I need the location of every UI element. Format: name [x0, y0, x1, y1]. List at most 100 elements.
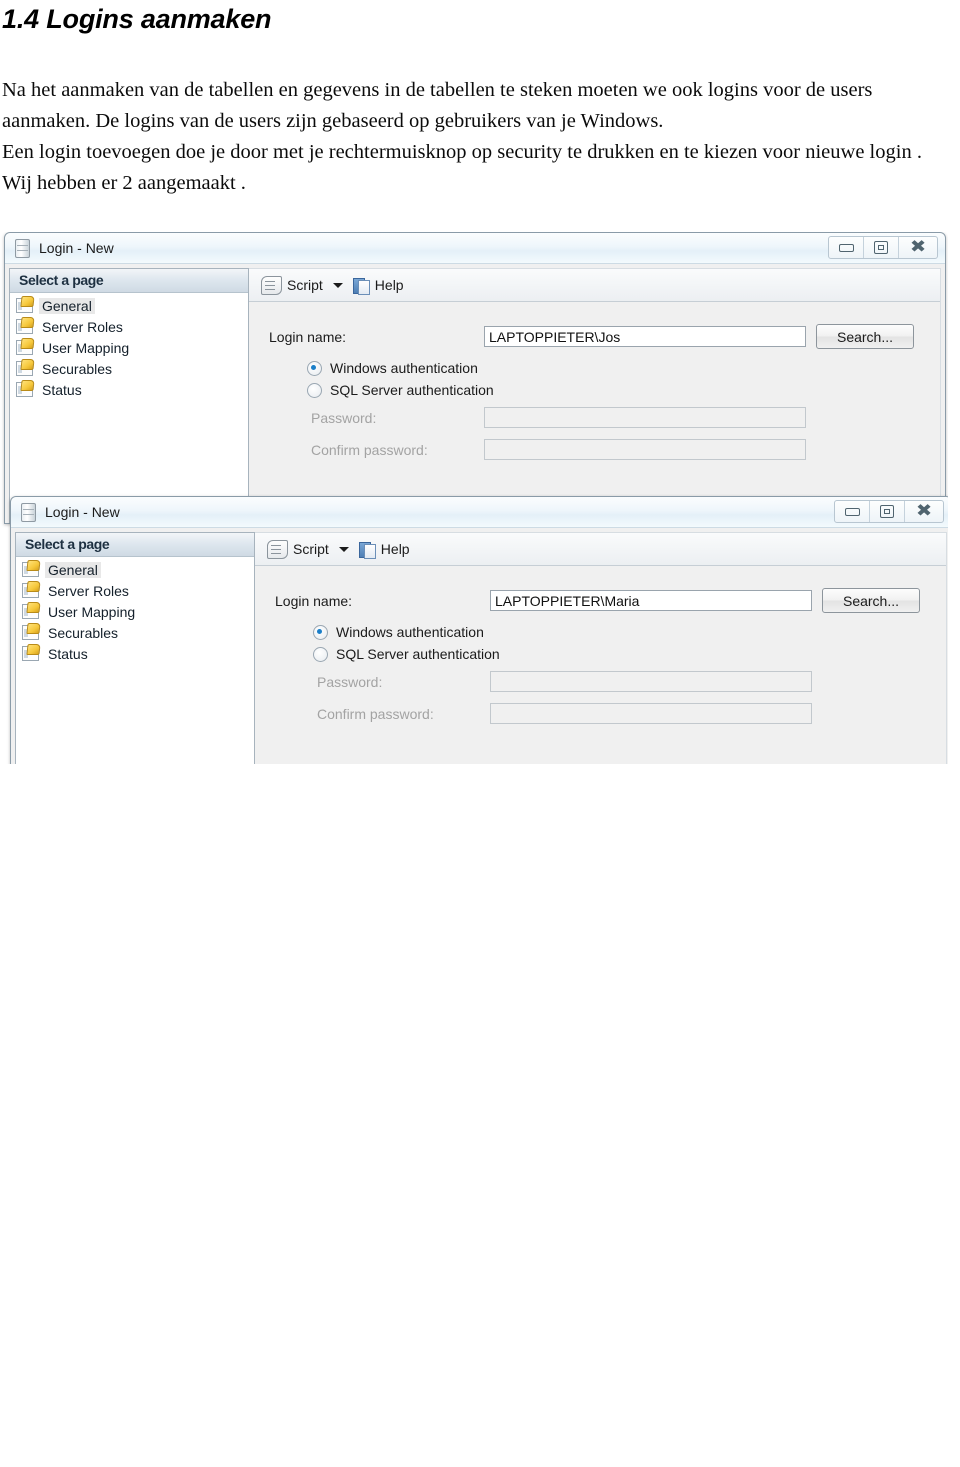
dialog-1-sidebar: Select a page General Server Roles User …	[9, 268, 249, 523]
windows-auth-label: Windows authentication	[330, 360, 478, 376]
windows-auth-row[interactable]: Windows authentication	[255, 624, 946, 640]
windows-auth-row[interactable]: Windows authentication	[249, 360, 940, 376]
password-input[interactable]	[490, 671, 812, 692]
dialog-2-toolbar: Script Help	[255, 533, 946, 566]
dialog-1-title: Login - New	[39, 240, 114, 256]
page-icon	[22, 562, 39, 577]
help-button[interactable]: Help	[352, 277, 404, 295]
close-icon: ✖	[915, 501, 933, 521]
search-button[interactable]: Search...	[822, 588, 920, 613]
dialog-2-titlebar[interactable]: Login - New ✖	[11, 497, 948, 528]
close-button[interactable]: ✖	[899, 237, 937, 258]
script-icon	[267, 539, 288, 559]
sql-auth-row[interactable]: SQL Server authentication	[255, 646, 946, 662]
sidebar-item-securables[interactable]: Securables	[16, 358, 248, 379]
server-icon	[21, 502, 36, 522]
login-new-dialog-2[interactable]: Login - New ✖ Select a page General Serv…	[10, 496, 948, 764]
script-label: Script	[293, 541, 329, 557]
page-icon	[16, 382, 33, 397]
help-icon	[358, 541, 376, 559]
dialog-2-sidebar: Select a page General Server Roles User …	[15, 532, 255, 764]
sidebar-item-label: Server Roles	[42, 318, 123, 335]
chevron-down-icon[interactable]	[332, 282, 343, 288]
minimize-icon	[844, 507, 860, 516]
page-icon	[16, 319, 33, 334]
embedded-screenshot: Login - New ✖ Select a page General Serv…	[0, 232, 948, 764]
sidebar-item-status[interactable]: Status	[16, 379, 248, 400]
dialog-2-title: Login - New	[45, 504, 120, 520]
dialog-2-body: Select a page General Server Roles User …	[11, 528, 948, 764]
dialog-2-window-controls[interactable]: ✖	[834, 500, 944, 523]
confirm-password-row: Confirm password:	[249, 439, 940, 460]
help-button[interactable]: Help	[358, 541, 410, 559]
sidebar-item-label: General	[39, 297, 95, 314]
dialog-1-titlebar[interactable]: Login - New ✖	[5, 233, 945, 264]
sidebar-item-user-mapping[interactable]: User Mapping	[22, 601, 254, 622]
confirm-password-label: Confirm password:	[317, 705, 434, 722]
restore-button[interactable]	[864, 237, 899, 258]
sql-auth-row[interactable]: SQL Server authentication	[249, 382, 940, 398]
page-icon	[22, 604, 39, 619]
sidebar-page-list: General Server Roles User Mapping Secura…	[10, 293, 248, 400]
sidebar-header: Select a page	[10, 269, 248, 293]
script-button[interactable]: Script	[261, 275, 323, 295]
dialog-1-window-controls[interactable]: ✖	[828, 236, 938, 259]
dialog-2-form: Login name: LAPTOPPIETER\Maria Search...…	[255, 566, 946, 764]
sql-auth-radio[interactable]	[313, 646, 328, 662]
sidebar-item-securables[interactable]: Securables	[22, 622, 254, 643]
page-icon	[22, 583, 39, 598]
password-row: Password:	[249, 407, 940, 428]
password-row: Password:	[255, 671, 946, 692]
restore-button[interactable]	[870, 501, 905, 522]
password-input[interactable]	[484, 407, 806, 428]
login-name-input[interactable]: LAPTOPPIETER\Jos	[484, 326, 806, 347]
minimize-icon	[838, 243, 854, 252]
sidebar-item-server-roles[interactable]: Server Roles	[22, 580, 254, 601]
help-icon	[352, 277, 370, 295]
minimize-button[interactable]	[835, 501, 870, 522]
sidebar-item-status[interactable]: Status	[22, 643, 254, 664]
login-name-input[interactable]: LAPTOPPIETER\Maria	[490, 590, 812, 611]
server-icon	[15, 238, 30, 258]
restore-icon	[874, 241, 888, 254]
dialog-1-toolbar: Script Help	[249, 269, 940, 302]
dialog-1-form: Login name: LAPTOPPIETER\Jos Search... W…	[249, 302, 940, 523]
login-new-dialog-1[interactable]: Login - New ✖ Select a page General Serv…	[4, 232, 946, 524]
sidebar-item-general[interactable]: General	[16, 295, 248, 316]
login-name-label: Login name:	[275, 592, 353, 609]
sidebar-item-user-mapping[interactable]: User Mapping	[16, 337, 248, 358]
page-icon	[16, 361, 33, 376]
login-name-label: Login name:	[269, 328, 347, 345]
password-label: Password:	[311, 409, 377, 426]
minimize-button[interactable]	[829, 237, 864, 258]
windows-auth-radio[interactable]	[307, 360, 322, 376]
page-icon	[16, 340, 33, 355]
sidebar-item-label: General	[45, 561, 101, 578]
sidebar-item-label: Securables	[48, 624, 119, 641]
chevron-down-icon[interactable]	[338, 546, 349, 552]
script-label: Script	[287, 277, 323, 293]
confirm-password-input[interactable]	[490, 703, 812, 724]
search-button[interactable]: Search...	[816, 324, 914, 349]
page-icon	[22, 646, 39, 661]
sidebar-item-server-roles[interactable]: Server Roles	[16, 316, 248, 337]
page-icon	[22, 625, 39, 640]
close-button[interactable]: ✖	[905, 501, 943, 522]
page-icon	[16, 298, 33, 313]
login-name-row: Login name: LAPTOPPIETER\Jos Search...	[249, 324, 940, 349]
close-icon: ✖	[909, 237, 927, 257]
windows-auth-radio[interactable]	[313, 624, 328, 640]
script-button[interactable]: Script	[267, 539, 329, 559]
script-icon	[261, 275, 282, 295]
page-title: 1.4 Logins aanmaken	[2, 4, 272, 34]
document-body: Na het aanmaken van de tabellen en gegev…	[2, 75, 946, 199]
confirm-password-row: Confirm password:	[255, 703, 946, 724]
help-label: Help	[374, 277, 404, 293]
login-name-row: Login name: LAPTOPPIETER\Maria Search...	[255, 588, 946, 613]
sql-auth-radio[interactable]	[307, 382, 322, 398]
sidebar-header: Select a page	[16, 533, 254, 557]
dialog-2-content: Script Help Login name: LAPTOPPIETER\Mar…	[255, 532, 947, 764]
confirm-password-input[interactable]	[484, 439, 806, 460]
sidebar-item-label: User Mapping	[48, 603, 136, 620]
sidebar-item-general[interactable]: General	[22, 559, 254, 580]
